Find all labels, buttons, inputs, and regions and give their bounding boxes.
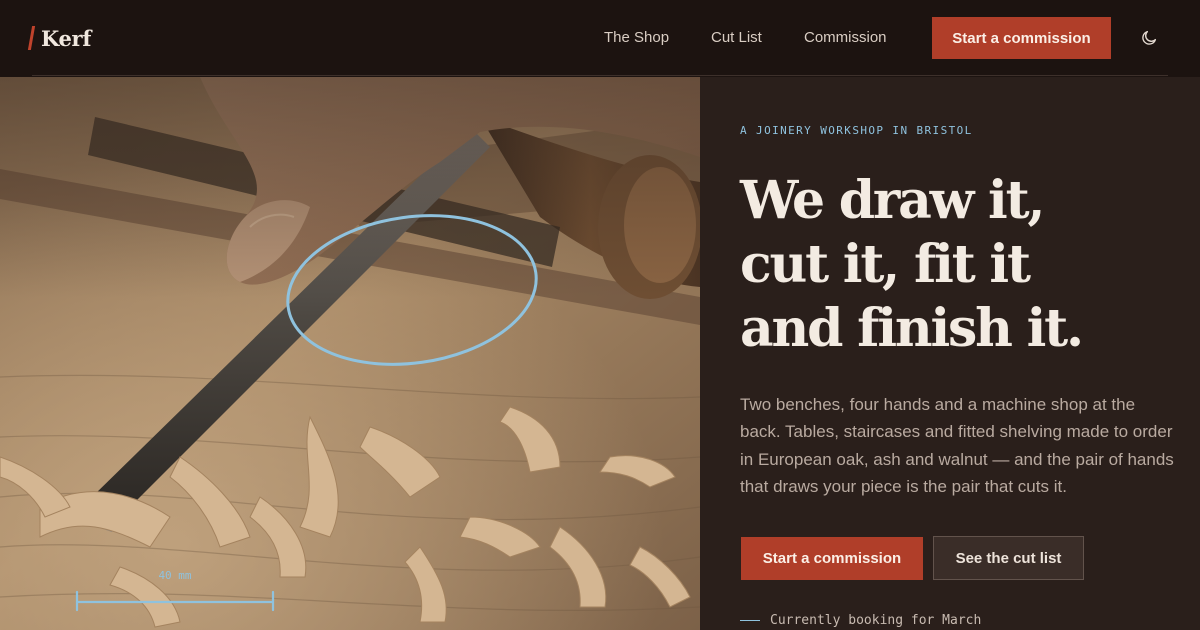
nav-link-cut-list[interactable]: Cut List [711, 28, 762, 48]
see-cut-list-button[interactable]: See the cut list [933, 536, 1084, 580]
moon-icon [1142, 30, 1157, 45]
eyebrow-label: A JOINERY WORKSHOP IN BRISTOL [740, 124, 973, 137]
booking-status: Currently booking for March [740, 613, 981, 628]
hero-content: A JOINERY WORKSHOP IN BRISTOL We draw it… [700, 77, 1200, 630]
hero-start-commission-button[interactable]: Start a commission [741, 537, 923, 580]
hero-headline: We draw it, cut it, fit it and finish it… [740, 169, 1190, 361]
scale-bar-label: 40 mm [158, 569, 191, 582]
brand-name: Kerf [41, 25, 92, 51]
site-header: Kerf The Shop Cut List Commission Start … [0, 0, 1200, 76]
status-dash [740, 620, 760, 621]
booking-status-text: Currently booking for March [770, 613, 982, 628]
hero-description: Two benches, four hands and a machine sh… [740, 395, 1174, 496]
chisel-photo-illustration: 40 mm [0, 77, 700, 630]
headline-line-1: We draw it, [740, 170, 1046, 231]
logo-mark [27, 26, 36, 50]
nav-link-commission[interactable]: Commission [804, 28, 887, 48]
theme-toggle-button[interactable] [1138, 27, 1160, 49]
headline-line-3: and finish it. [740, 298, 1084, 359]
brand-logo[interactable]: Kerf [27, 24, 92, 52]
header-divider [32, 75, 1168, 76]
start-commission-button[interactable]: Start a commission [932, 17, 1111, 59]
headline-line-2: cut it, fit it [740, 234, 1031, 295]
hero-photo: 40 mm [0, 77, 700, 630]
nav-link-the-shop[interactable]: The Shop [604, 28, 669, 48]
